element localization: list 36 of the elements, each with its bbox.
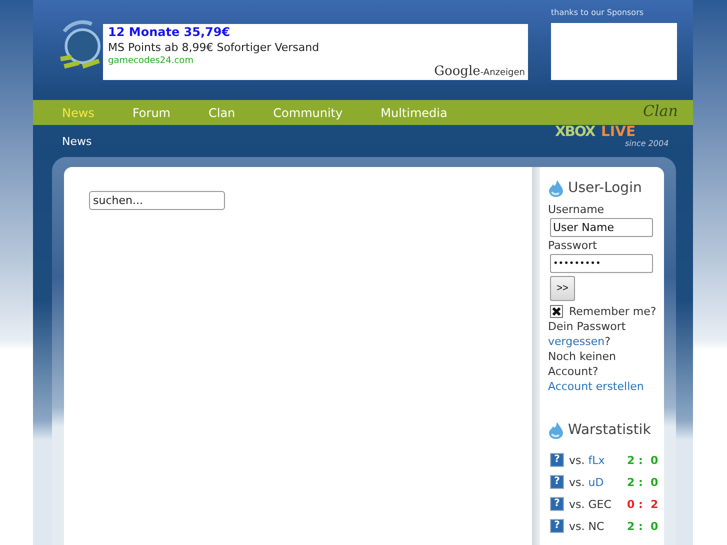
password-field[interactable]: •••••••••: [550, 254, 653, 273]
submit-button[interactable]: >>: [550, 276, 575, 301]
score: 0 : 2: [627, 498, 658, 510]
remember-label: Remember me?: [569, 305, 656, 318]
field-label: Passwort: [548, 239, 598, 252]
score: 2 : 0: [627, 476, 658, 488]
section-title: Warstatistik: [568, 422, 651, 438]
opponent-text: vs. GEC: [569, 498, 612, 510]
field-label: Username: [548, 203, 606, 216]
opponent-text: vs. fLx: [569, 454, 606, 466]
breadcrumb: News: [62, 134, 92, 148]
search-field[interactable]: suchen...: [89, 191, 225, 210]
checkbox[interactable]: [550, 305, 563, 318]
ad-headline[interactable]: 12 Monate 35,79€: [108, 25, 528, 39]
ad-banner[interactable]: 12 Monate 35,79€ MS Points ab 8,99€ Sofortiger Versand gamecodes24.com Google-Anzeigen: [103, 24, 528, 80]
help-icon[interactable]: ?: [550, 497, 564, 511]
help-icon[interactable]: ?: [550, 519, 564, 533]
help-icon[interactable]: ?: [550, 475, 564, 489]
forgot-link[interactable]: vergessen: [548, 335, 605, 348]
opponent-text: vs. uD: [569, 476, 605, 488]
ad-attribution: Google-Anzeigen: [434, 64, 525, 79]
register-text: Noch keinen Account? Account erstellen: [548, 349, 645, 394]
register-link[interactable]: Account erstellen: [548, 380, 644, 393]
forgot-password-text: Dein Passwort vergessen?: [548, 319, 627, 349]
score: 2 : 0: [627, 454, 658, 466]
help-icon[interactable]: ?: [550, 453, 564, 467]
clan-logo: XBOX LIVE Clan since 2004: [555, 101, 679, 150]
opponent-text: vs. NC: [569, 520, 606, 532]
section-title: User-Login: [568, 180, 642, 196]
sponsors-label: thanks to our Sponsors: [551, 8, 645, 19]
score: 2 : 0: [627, 520, 658, 532]
username-field[interactable]: User Name: [550, 218, 653, 237]
drop-icon: [548, 179, 564, 197]
ad-text: MS Points ab 8,99€ Sofortiger Versand: [108, 41, 320, 54]
drop-icon: [548, 421, 564, 439]
ad-url[interactable]: gamecodes24.com: [108, 56, 528, 66]
